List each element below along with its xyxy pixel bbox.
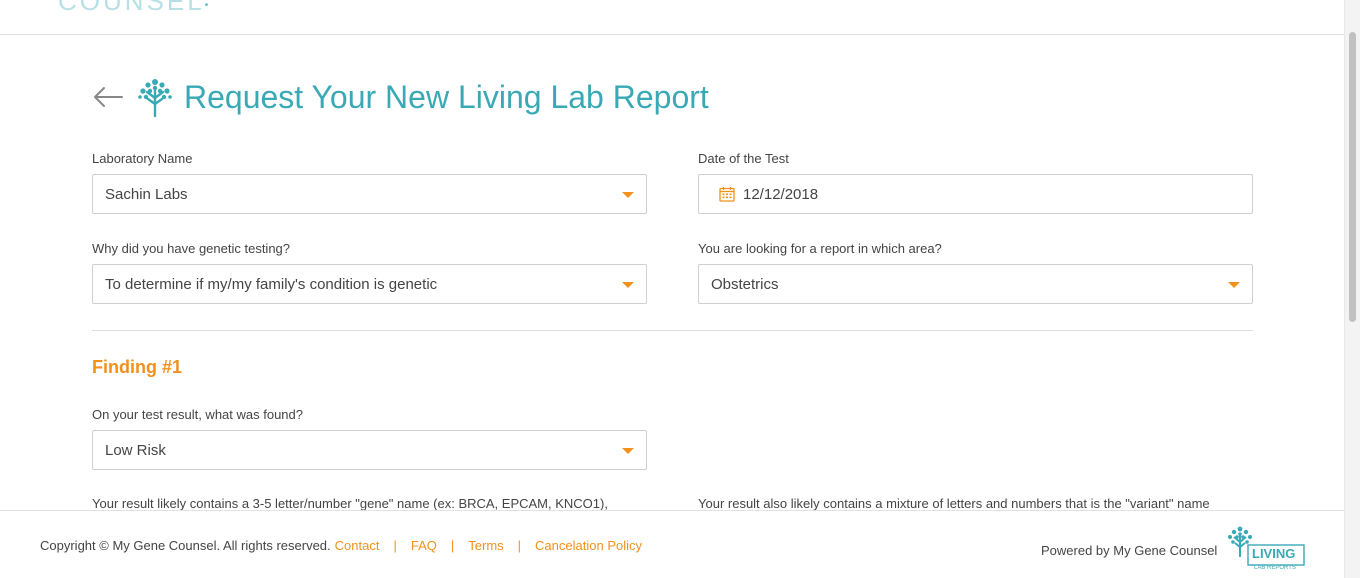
laboratory-name-select[interactable]: Sachin Labs (92, 174, 647, 214)
chevron-down-icon (1228, 282, 1240, 288)
cancelation-policy-link[interactable]: Cancelation Policy (535, 538, 642, 553)
title-row: Request Your New Living Lab Report (92, 72, 709, 122)
test-date-field: Date of the Test 12/12/2018 (698, 150, 1253, 214)
laboratory-name-value: Sachin Labs (105, 185, 188, 203)
header-logo-dot: • (204, 0, 212, 11)
chevron-down-icon (622, 192, 634, 198)
living-lab-reports-logo[interactable]: LIVING LAB REPORTS (1226, 523, 1306, 571)
faq-link[interactable]: FAQ (411, 538, 437, 553)
top-header: COUNSEL• (0, 0, 1345, 35)
test-date-value: 12/12/2018 (743, 185, 819, 203)
finding-result-select[interactable]: Low Risk (92, 430, 647, 470)
tree-icon (138, 79, 172, 118)
living-logo-text: LIVING (1252, 546, 1295, 561)
report-area-select[interactable]: Obstetrics (698, 264, 1253, 304)
copyright-text: Copyright © My Gene Counsel. All rights … (40, 538, 331, 553)
page-title: Request Your New Living Lab Report (184, 78, 709, 115)
variant-help-text: Your result also likely contains a mixtu… (698, 496, 1210, 511)
report-area-field: You are looking for a report in which ar… (698, 240, 1253, 304)
header-logo[interactable]: COUNSEL• (58, 0, 211, 17)
finding-result-field: On your test result, what was found? Low… (92, 406, 647, 470)
back-arrow-icon[interactable] (92, 85, 124, 109)
finding-result-label: On your test result, what was found? (92, 407, 303, 422)
testing-reason-value: To determine if my/my family's condition… (105, 275, 438, 293)
terms-link[interactable]: Terms (468, 538, 503, 553)
finding-title: Finding #1 (92, 357, 182, 377)
laboratory-name-label: Laboratory Name (92, 151, 193, 166)
testing-reason-field: Why did you have genetic testing? To det… (92, 240, 647, 304)
page: COUNSEL• Request Your New Living Lab Rep… (0, 0, 1360, 578)
footer-separator: | (450, 538, 455, 553)
chevron-down-icon (622, 282, 634, 288)
testing-reason-label: Why did you have genetic testing? (92, 241, 291, 256)
lab-reports-logo-text: LAB REPORTS (1254, 565, 1296, 571)
chevron-down-icon (622, 448, 634, 454)
section-divider (92, 330, 1253, 331)
footer-separator: | (393, 538, 397, 553)
footer-links: Copyright © My Gene Counsel. All rights … (40, 538, 642, 553)
scrollbar-thumb[interactable] (1349, 32, 1356, 322)
report-area-value: Obstetrics (711, 275, 779, 293)
report-area-label: You are looking for a report in which ar… (698, 241, 942, 256)
footer: Copyright © My Gene Counsel. All rights … (0, 510, 1345, 578)
page-scrollbar[interactable] (1344, 0, 1360, 578)
finding-result-value: Low Risk (105, 441, 166, 459)
header-logo-text: COUNSEL (58, 0, 205, 16)
testing-reason-select[interactable]: To determine if my/my family's condition… (92, 264, 647, 304)
powered-by-text: Powered by My Gene Counsel (1041, 543, 1218, 558)
test-date-label: Date of the Test (698, 151, 789, 166)
contact-link[interactable]: Contact (335, 538, 380, 553)
gene-help-text: Your result likely contains a 3-5 letter… (92, 496, 608, 511)
test-date-input[interactable]: 12/12/2018 (698, 174, 1253, 214)
laboratory-name-field: Laboratory Name Sachin Labs (92, 150, 647, 214)
footer-separator: | (517, 538, 522, 553)
calendar-icon (719, 187, 735, 202)
